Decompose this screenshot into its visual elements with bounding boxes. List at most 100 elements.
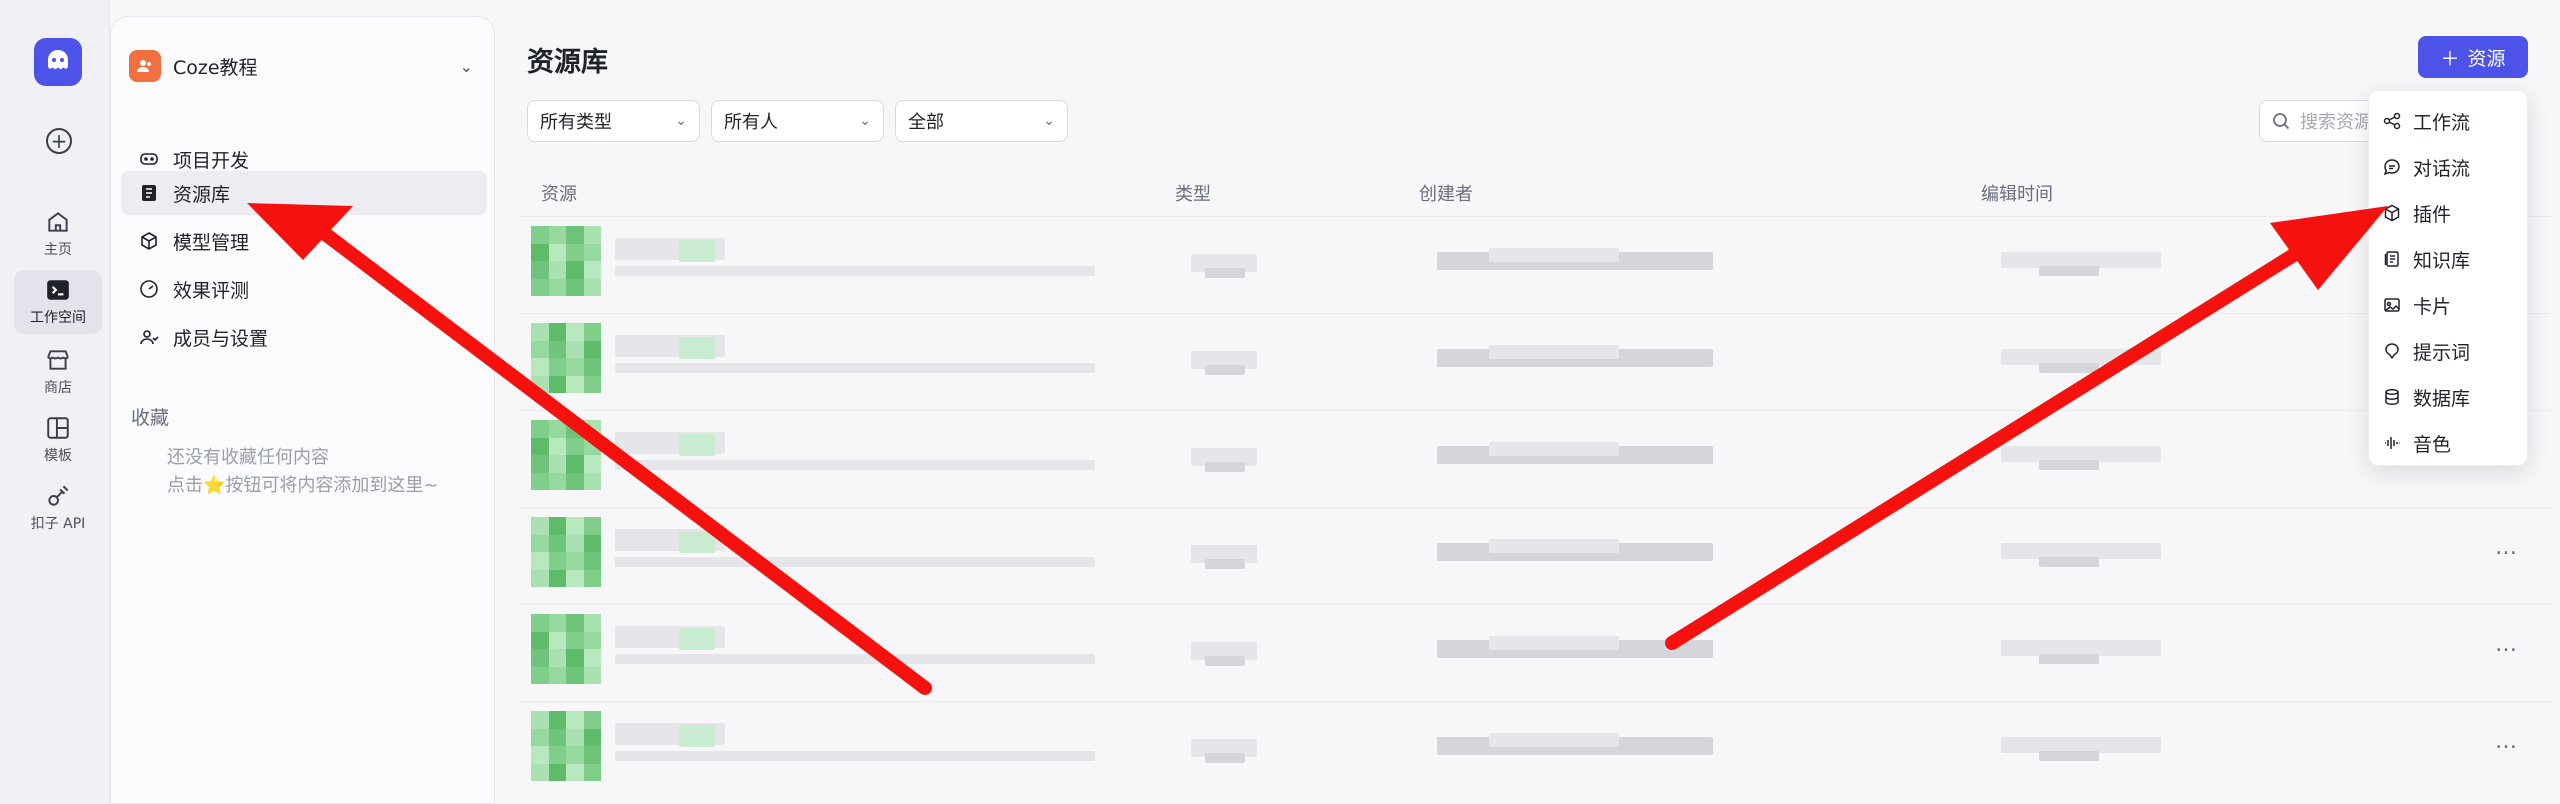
add-resource-menu: 工作流 对话流 插件 知识库 卡片 提示词 数据库 音色 — [2368, 90, 2528, 466]
filter-owner[interactable]: 所有人 ⌄ — [711, 100, 884, 142]
workspace-selector[interactable]: Coze教程 ⌄ — [129, 45, 479, 87]
card-icon — [2384, 298, 2400, 312]
redacted-cell — [1205, 268, 1245, 278]
table-row[interactable] — [519, 313, 2555, 409]
resource-thumbnail — [531, 711, 601, 781]
rail-item-templates[interactable]: 模板 — [14, 408, 102, 472]
gauge-icon — [140, 280, 158, 298]
layout-icon — [47, 417, 69, 439]
sidebar-item-members[interactable]: 成员与设置 — [121, 315, 487, 359]
redacted-cell — [679, 240, 715, 262]
redacted-cell — [679, 628, 715, 650]
column-header-type[interactable]: 类型 — [1175, 180, 1211, 206]
add-resource-label: 资源 — [2467, 47, 2506, 70]
redacted-cell — [615, 654, 1095, 664]
table-row[interactable]: … — [519, 507, 2555, 603]
menu-item-database[interactable]: 数据库 — [2383, 379, 2470, 415]
sidebar-item-label: 资源库 — [173, 183, 231, 206]
sidebar-item-evaluation[interactable]: 效果评测 — [121, 267, 487, 311]
sidebar-item-label: 效果评测 — [173, 279, 250, 302]
menu-item-label: 对话流 — [2413, 157, 2471, 180]
filter-status[interactable]: 全部 ⌄ — [895, 100, 1068, 142]
rail-item-home[interactable]: 主页 — [14, 202, 102, 266]
team-icon — [129, 50, 161, 82]
redacted-cell — [1205, 559, 1245, 569]
redacted-cell — [1489, 733, 1619, 747]
library-main: 资源库 ＋ 资源 所有类型 ⌄ 所有人 ⌄ 全部 ⌄ 搜索资源 资源 类型 创建… — [495, 0, 2560, 804]
redacted-cell — [1489, 636, 1619, 650]
prompt-icon — [2385, 343, 2399, 360]
global-rail: + 主页 工作空间 商店 模板 扣子 API — [0, 0, 110, 804]
menu-item-label: 提示词 — [2413, 341, 2471, 364]
menu-item-prompt[interactable]: 提示词 — [2383, 333, 2470, 369]
menu-item-label: 音色 — [2413, 433, 2452, 456]
menu-item-plugin[interactable]: 插件 — [2383, 195, 2451, 231]
resource-thumbnail — [531, 614, 601, 684]
rail-item-label: 扣子 API — [30, 516, 86, 532]
favorites-empty-hint: 点击⭐按钮可将内容添加到这里~ — [167, 475, 439, 496]
rail-item-api[interactable]: 扣子 API — [14, 476, 102, 540]
column-header-creator[interactable]: 创建者 — [1419, 180, 1473, 206]
redacted-cell — [615, 363, 1095, 373]
row-more-button[interactable]: … — [2495, 535, 2518, 560]
menu-item-voice[interactable]: 音色 — [2383, 425, 2451, 461]
sidebar-item-library[interactable]: 资源库 — [121, 171, 487, 215]
filter-type[interactable]: 所有类型 ⌄ — [527, 100, 700, 142]
app-window: + 主页 工作空间 商店 模板 扣子 API Coze教程 ⌄ 项目开发 资源库… — [0, 0, 2560, 804]
rail-item-workspace[interactable]: 工作空间 — [14, 270, 102, 334]
redacted-cell — [2039, 460, 2099, 470]
search-icon — [2273, 113, 2290, 130]
filter-status-value: 全部 — [908, 112, 944, 133]
menu-item-workflow[interactable]: 工作流 — [2383, 103, 2470, 139]
chevron-down-icon: ⌄ — [675, 113, 687, 129]
menu-item-chatflow[interactable]: 对话流 — [2383, 149, 2470, 185]
rail-item-store[interactable]: 商店 — [14, 340, 102, 404]
redacted-cell — [679, 531, 715, 553]
add-resource-button[interactable]: ＋ 资源 — [2418, 36, 2528, 78]
sidebar-item-label: 项目开发 — [173, 149, 250, 172]
sidebar-item-models[interactable]: 模型管理 — [121, 219, 487, 263]
favorites-title: 收藏 — [131, 407, 170, 429]
rail-item-label: 商店 — [44, 380, 72, 396]
redacted-cell — [615, 557, 1095, 567]
redacted-cell — [1205, 462, 1245, 472]
sidebar-item-label: 模型管理 — [173, 231, 250, 254]
rail-item-label: 模板 — [44, 448, 72, 464]
row-more-button[interactable]: … — [2495, 729, 2518, 754]
resource-thumbnail — [531, 517, 601, 587]
column-header-edited[interactable]: 编辑时间 — [1981, 180, 2053, 206]
database-icon — [2385, 389, 2399, 405]
redacted-cell — [615, 266, 1095, 276]
members-icon — [140, 330, 159, 345]
table-row[interactable] — [519, 410, 2555, 506]
redacted-cell — [1489, 539, 1619, 553]
rail-item-label: 工作空间 — [30, 310, 86, 326]
table-row[interactable]: … — [519, 604, 2555, 700]
menu-item-label: 工作流 — [2413, 111, 2471, 134]
chatflow-icon — [2383, 159, 2400, 176]
redacted-cell — [2039, 654, 2099, 664]
redacted-cell — [2039, 363, 2099, 373]
table-row[interactable]: … — [519, 701, 2555, 797]
workspace-name: Coze教程 — [173, 56, 258, 79]
menu-item-label: 知识库 — [2413, 249, 2471, 272]
chevron-down-icon: ⌄ — [859, 113, 871, 129]
voice-icon — [2385, 437, 2400, 449]
menu-item-label: 数据库 — [2413, 387, 2471, 410]
table-row[interactable] — [519, 216, 2555, 312]
column-header-resource[interactable]: 资源 — [541, 180, 577, 206]
menu-item-label: 插件 — [2413, 203, 2452, 226]
menu-item-card[interactable]: 卡片 — [2383, 287, 2451, 323]
sidebar-item-label: 成员与设置 — [173, 327, 269, 350]
filter-owner-value: 所有人 — [724, 112, 778, 133]
chevron-down-icon: ⌄ — [459, 56, 473, 76]
row-more-button[interactable]: … — [2495, 632, 2518, 657]
coze-logo-icon[interactable] — [34, 38, 82, 86]
redacted-cell — [1489, 248, 1619, 262]
filter-type-value: 所有类型 — [540, 112, 612, 133]
redacted-cell — [1205, 753, 1245, 763]
menu-item-knowledge[interactable]: 知识库 — [2383, 241, 2470, 277]
plus-circle-icon[interactable]: + — [46, 128, 72, 154]
redacted-cell — [615, 460, 1095, 470]
resource-thumbnail — [531, 226, 601, 296]
